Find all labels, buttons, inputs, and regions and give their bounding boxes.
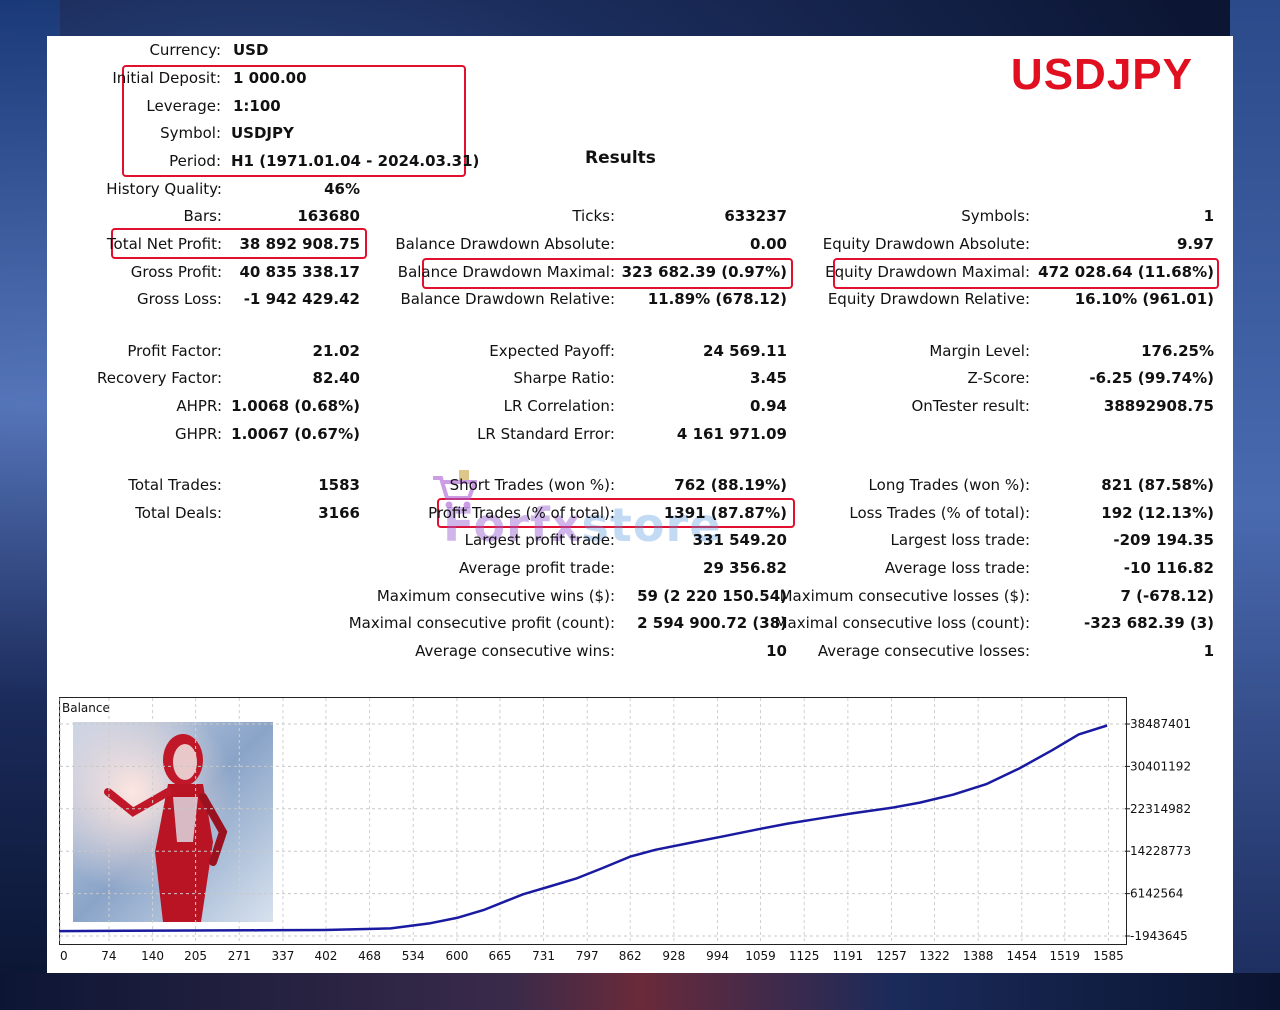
- x-tick-label: 797: [576, 949, 599, 963]
- x-tick-label: 468: [358, 949, 381, 963]
- x-tick-label: 337: [271, 949, 294, 963]
- x-tick-label: 1454: [1007, 949, 1038, 963]
- x-tick-label: 140: [141, 949, 164, 963]
- x-tick-label: 1585: [1093, 949, 1124, 963]
- background-right: [1230, 0, 1280, 1010]
- x-tick-label: 534: [402, 949, 425, 963]
- x-tick-label: 600: [445, 949, 468, 963]
- x-tick-label: 1191: [833, 949, 864, 963]
- y-tick-label: 14228773: [1130, 844, 1191, 858]
- x-tick-label: 0: [60, 949, 68, 963]
- balance-series-line: [59, 724, 1108, 933]
- x-tick-label: 731: [532, 949, 555, 963]
- background-bottom: [0, 973, 1280, 1010]
- x-tick-label: 402: [314, 949, 337, 963]
- x-tick-label: 205: [184, 949, 207, 963]
- y-tick-label: 30401192: [1130, 759, 1191, 773]
- report-panel: USDJPY Results Forfxstore Currency: USD In…: [47, 36, 1233, 973]
- y-tick-label: 6142564: [1130, 887, 1183, 901]
- x-tick-label: 1519: [1050, 949, 1081, 963]
- x-tick-label: 928: [662, 949, 685, 963]
- x-tick-label: 1059: [745, 949, 776, 963]
- y-tick-label: 38487401: [1130, 717, 1191, 731]
- x-tick-label: 862: [619, 949, 642, 963]
- y-tick-label: 22314982: [1130, 802, 1191, 816]
- x-tick-label: 665: [488, 949, 511, 963]
- x-tick-label: 271: [228, 949, 251, 963]
- y-tick-label: -1943645: [1130, 929, 1188, 943]
- x-tick-label: 994: [706, 949, 729, 963]
- x-tick-label: 1322: [919, 949, 950, 963]
- balance-chart: 38487401 30401192 22314982 14228773 6142564 -…: [59, 698, 1191, 963]
- x-tick-label: 1125: [789, 949, 820, 963]
- x-tick-label: 1388: [963, 949, 994, 963]
- x-tick-label: 74: [101, 949, 116, 963]
- x-tick-label: 1257: [876, 949, 907, 963]
